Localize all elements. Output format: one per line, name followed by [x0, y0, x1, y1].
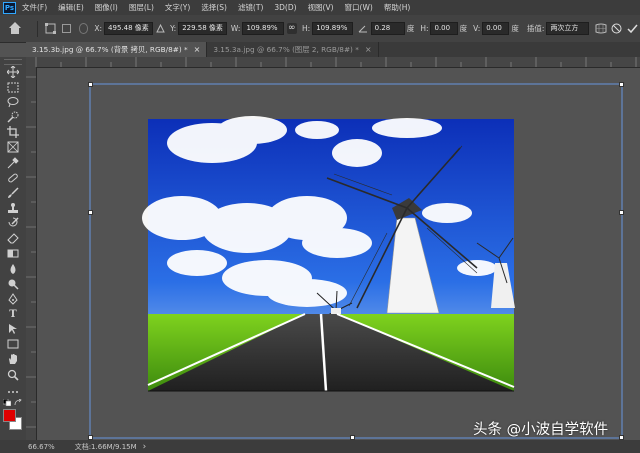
horizontal-ruler[interactable]	[26, 57, 640, 68]
zoom-icon[interactable]	[6, 369, 20, 381]
path-select-icon[interactable]	[6, 323, 20, 335]
reference-point-checkbox[interactable]	[62, 24, 71, 33]
link-chain-icon[interactable]: ∞	[286, 23, 298, 34]
photoshop-logo-icon: Ps	[3, 1, 16, 14]
tab-label: 3.15.3a.jpg @ 66.7% (图层 2, RGB/8#) *	[213, 44, 359, 54]
home-icon[interactable]	[8, 21, 22, 36]
menu-select[interactable]: 选择(S)	[201, 2, 227, 13]
x-field[interactable]: 495.48 像素	[104, 22, 153, 35]
blur-icon[interactable]	[6, 263, 20, 275]
more-icon[interactable]	[6, 386, 20, 398]
transform-handle-middle-left[interactable]	[88, 210, 93, 215]
gradient-icon[interactable]	[6, 247, 20, 259]
y-field[interactable]: 229.58 像素	[178, 22, 227, 35]
w-label: W:	[230, 24, 241, 33]
warp-icon[interactable]	[595, 22, 607, 35]
menu-file[interactable]: 文件(F)	[22, 2, 47, 13]
vskew-label: V:	[473, 24, 481, 33]
rotate-unit: 度	[406, 24, 415, 33]
transform-handle-top-left[interactable]	[88, 82, 93, 87]
chevron-right-icon[interactable]: ›	[143, 442, 147, 452]
document-image	[142, 116, 515, 392]
type-icon[interactable]: T	[6, 308, 20, 320]
menu-type[interactable]: 文字(Y)	[165, 2, 190, 13]
healing-icon[interactable]	[6, 172, 20, 184]
dodge-icon[interactable]	[6, 278, 20, 290]
crop-icon[interactable]	[6, 126, 20, 138]
lasso-icon[interactable]	[6, 96, 20, 108]
pen-icon[interactable]	[6, 293, 20, 305]
y-label: Y:	[170, 24, 177, 33]
default-colors-icon[interactable]	[2, 398, 12, 407]
menu-bar: Ps 文件(F) 编辑(E) 图像(I) 图层(L) 文字(Y) 选择(S) 滤…	[0, 0, 640, 15]
quick-select-icon[interactable]	[6, 111, 20, 123]
w-field[interactable]: 109.89%	[242, 22, 284, 35]
h-field[interactable]: 109.89%	[312, 22, 354, 35]
hskew-field[interactable]: 0.00	[430, 22, 458, 35]
transform-handle-middle-right[interactable]	[619, 210, 624, 215]
marquee-icon[interactable]	[6, 81, 20, 93]
brush-icon[interactable]	[6, 187, 20, 199]
tab-label: 3.15.3b.jpg @ 66.7% (背景 拷贝, RGB/8#) *	[32, 44, 188, 54]
frame-icon[interactable]	[6, 141, 20, 153]
triangle-delta-icon[interactable]	[155, 22, 166, 35]
move-icon[interactable]	[6, 66, 20, 78]
menu-image[interactable]: 图像(I)	[95, 2, 118, 13]
canvas-area[interactable]	[37, 68, 640, 440]
commit-transform-icon[interactable]	[627, 22, 638, 35]
menu-3d[interactable]: 3D(D)	[274, 3, 296, 12]
cancel-transform-icon[interactable]	[611, 22, 622, 35]
eraser-icon[interactable]	[6, 232, 20, 244]
foreground-color-swatch[interactable]	[3, 409, 16, 422]
interpolation-select[interactable]: 两次立方	[546, 22, 590, 35]
toolbar-grip[interactable]	[4, 59, 22, 65]
document-size[interactable]: 文档:1.66M/9.15M	[75, 442, 137, 452]
swap-colors-icon[interactable]	[14, 398, 22, 406]
menu-view[interactable]: 视图(V)	[308, 2, 334, 13]
hskew-unit: 度	[459, 24, 468, 33]
history-brush-icon[interactable]	[6, 217, 20, 229]
menu-edit[interactable]: 编辑(E)	[58, 2, 84, 13]
options-bar: X: 495.48 像素 Y: 229.58 像素 W: 109.89% ∞ H…	[0, 15, 640, 43]
divider	[37, 20, 39, 37]
tools-panel: T	[0, 57, 27, 440]
h-label: H:	[302, 24, 311, 33]
reference-point-icon[interactable]	[78, 23, 89, 34]
close-icon[interactable]: ×	[365, 45, 372, 54]
tab-document-b[interactable]: 3.15.3b.jpg @ 66.7% (背景 拷贝, RGB/8#) * ×	[26, 42, 208, 57]
stamp-icon[interactable]	[6, 202, 20, 214]
vskew-unit: 度	[511, 24, 519, 33]
transform-handle-top-right[interactable]	[619, 82, 624, 87]
zoom-level[interactable]: 66.67%	[28, 443, 55, 451]
transform-box-icon[interactable]	[45, 22, 57, 35]
status-bar: 66.67% 文档:1.66M/9.15M ›	[0, 440, 640, 453]
eyedropper-icon[interactable]	[6, 157, 20, 169]
angle-icon	[357, 22, 368, 35]
rotate-field[interactable]: 0.28	[370, 22, 405, 35]
menu-layer[interactable]: 图层(L)	[129, 2, 154, 13]
menu-filter[interactable]: 滤镜(T)	[238, 2, 263, 13]
hskew-label: H:	[420, 24, 429, 33]
menu-help[interactable]: 帮助(H)	[384, 2, 411, 13]
interpolation-label: 插值:	[526, 24, 545, 33]
menu-window[interactable]: 窗口(W)	[345, 2, 373, 13]
document-tabs: 3.15.3b.jpg @ 66.7% (背景 拷贝, RGB/8#) * × …	[26, 42, 640, 57]
vertical-ruler[interactable]	[26, 67, 37, 440]
close-icon[interactable]: ×	[194, 45, 201, 54]
shape-icon[interactable]	[6, 338, 20, 350]
watermark-text: 头条 @小波自学软件	[473, 422, 609, 438]
tab-document-a[interactable]: 3.15.3a.jpg @ 66.7% (图层 2, RGB/8#) * ×	[207, 42, 379, 57]
x-label: X:	[94, 24, 103, 33]
vskew-field[interactable]: 0.00	[482, 22, 510, 35]
hand-icon[interactable]	[6, 353, 20, 365]
